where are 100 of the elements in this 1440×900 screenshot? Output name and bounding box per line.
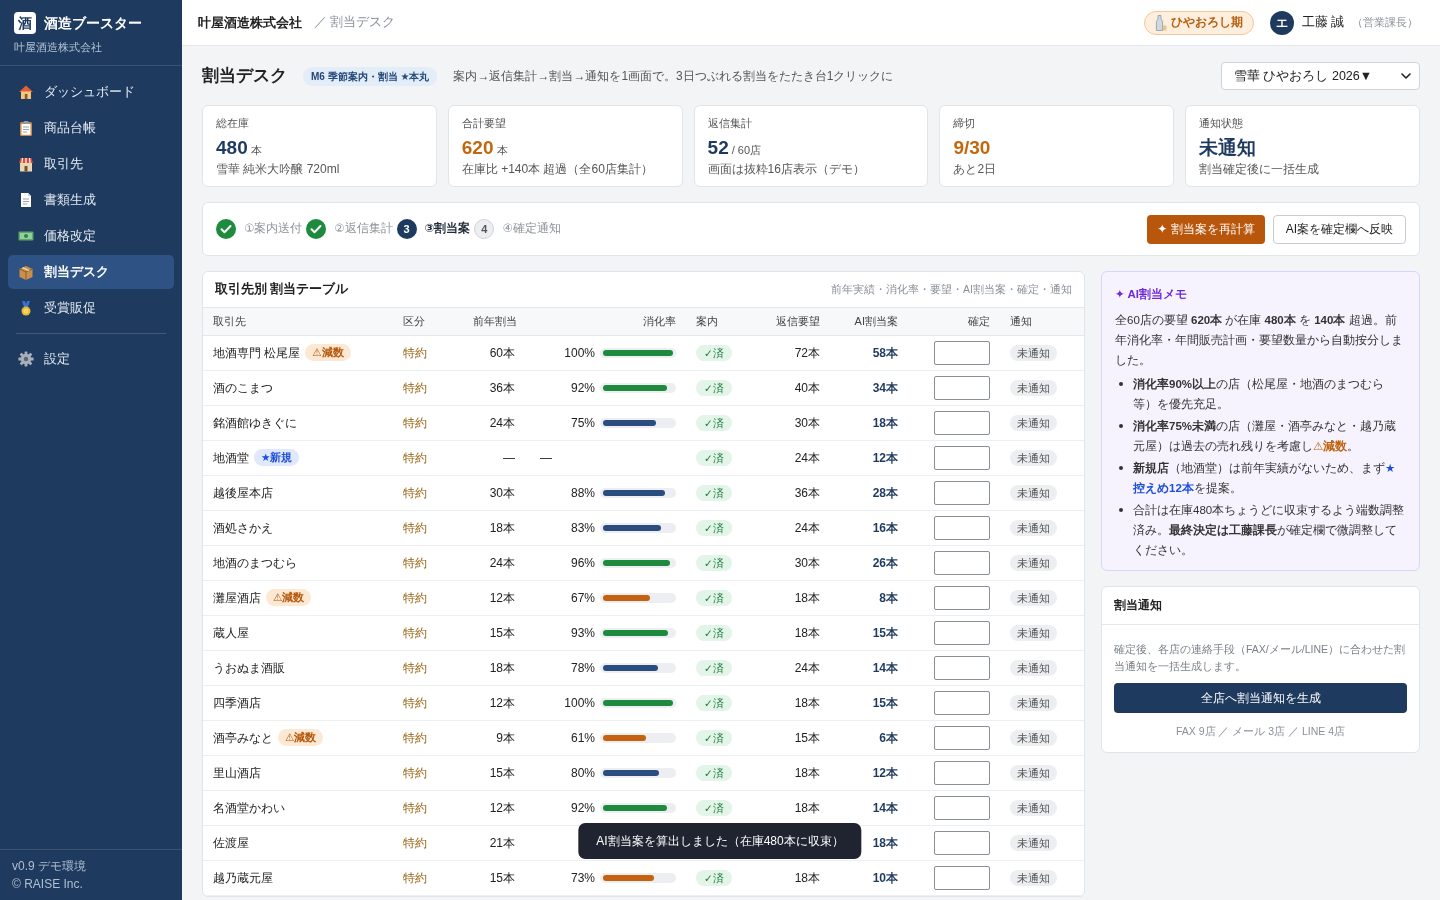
gear-icon bbox=[18, 351, 34, 367]
stat-label: 合計要望 bbox=[461, 117, 506, 129]
request-quantity: 40本 bbox=[794, 380, 820, 395]
confirm-input[interactable] bbox=[934, 340, 990, 365]
ai-allocation: 34本 bbox=[872, 380, 898, 395]
confirm-input[interactable] bbox=[934, 585, 990, 610]
ai-allocation: 15本 bbox=[872, 695, 898, 710]
notice-status: 未通知 bbox=[1010, 729, 1057, 746]
confirm-input[interactable] bbox=[934, 725, 990, 750]
nav-item[interactable]: 設定 bbox=[8, 342, 174, 376]
recalculate-button[interactable]: ✦ 割当案を再計算 bbox=[1147, 214, 1265, 244]
previous-allocation: 15本 bbox=[489, 765, 515, 780]
stat-label: 通知状態 bbox=[1199, 117, 1244, 129]
notice-status: 未通知 bbox=[1010, 869, 1057, 886]
category-text: 特約 bbox=[403, 415, 427, 430]
app-logo: 酒 bbox=[14, 12, 36, 34]
product-select[interactable]: 雪華 ひやおろし 2026▼ bbox=[1221, 62, 1420, 90]
confirm-input[interactable] bbox=[934, 445, 990, 470]
previous-allocation: 36本 bbox=[489, 380, 515, 395]
generate-notice-button[interactable]: 全店へ割当通知を生成 bbox=[1114, 682, 1407, 713]
category-text: 特約 bbox=[403, 730, 427, 745]
stat-label: 総在庫 bbox=[216, 117, 249, 129]
season-label: ひやおろし期 bbox=[1170, 14, 1243, 30]
ai-allocation: 18本 bbox=[872, 415, 898, 430]
step-label: ①案内送付 bbox=[244, 221, 303, 237]
step-label: ③割当案 bbox=[424, 220, 471, 237]
nav-item[interactable]: 商品台帳 bbox=[8, 111, 174, 145]
invite-status: ✓済 bbox=[696, 729, 732, 746]
bullet-icon bbox=[1119, 381, 1123, 386]
ai-allocation: 15本 bbox=[872, 625, 898, 640]
stat-note: 雪華 純米大吟醸 720ml bbox=[216, 162, 340, 177]
nav-item[interactable]: 受賞販促 bbox=[8, 291, 174, 325]
footer-text: © RAISE Inc. bbox=[12, 877, 83, 891]
invite-status: ✓済 bbox=[696, 694, 732, 711]
rate-text: 100% bbox=[564, 344, 595, 362]
invite-status: ✓済 bbox=[696, 799, 732, 816]
nav-item[interactable]: 価格改定 bbox=[8, 219, 174, 253]
milestone-tag: M6 季節案内・割当 ★本丸 bbox=[303, 66, 438, 86]
column-header: 通知 bbox=[1000, 308, 1084, 335]
nav-item[interactable]: 取引先 bbox=[8, 147, 174, 181]
notice-status: 未通知 bbox=[1010, 624, 1057, 641]
category-text: 特約 bbox=[403, 800, 427, 815]
step-label: ④確定通知 bbox=[502, 221, 561, 237]
store-name: 灘屋酒店 bbox=[213, 589, 261, 607]
rate-text: 61% bbox=[570, 729, 595, 747]
status-tag: ★新規 bbox=[254, 448, 300, 467]
ai-allocation: 14本 bbox=[872, 800, 898, 815]
memo-bullet: 消化率75%未満の店（灘屋・酒亭みなと・越乃蔵元屋）は過去の売れ残りを考慮し⚠減数。 bbox=[1133, 418, 1398, 454]
request-quantity: 30本 bbox=[794, 555, 820, 570]
stat-unit: / 60店 bbox=[731, 142, 762, 158]
store-name: 酒処さかえ bbox=[213, 519, 273, 537]
request-quantity: 18本 bbox=[794, 800, 820, 815]
confirm-input[interactable] bbox=[934, 655, 990, 680]
store-name: 里山酒店 bbox=[213, 764, 261, 782]
confirm-input[interactable] bbox=[934, 830, 990, 855]
rate-text: 96% bbox=[570, 554, 595, 572]
confirm-input[interactable] bbox=[934, 795, 990, 820]
rate-text: 88% bbox=[570, 484, 595, 502]
category-text: 特約 bbox=[403, 625, 427, 640]
store-name: 地酒専門 松尾屋 bbox=[213, 344, 301, 362]
category-text: 特約 bbox=[403, 520, 427, 535]
store-name: 名酒堂かわい bbox=[213, 799, 285, 817]
nav-item[interactable]: 割当デスク bbox=[8, 255, 174, 289]
previous-allocation: — bbox=[503, 450, 515, 465]
stat-note: 割当確定後に一括生成 bbox=[1199, 162, 1320, 177]
stat-unit: 本 bbox=[250, 142, 262, 158]
clipboard-icon bbox=[18, 120, 34, 136]
nav-item[interactable]: 書類生成 bbox=[8, 183, 174, 217]
previous-allocation: 60本 bbox=[489, 345, 515, 360]
column-header: 区分 bbox=[393, 308, 463, 335]
rate-text: 75% bbox=[570, 414, 595, 432]
category-text: 特約 bbox=[403, 345, 427, 360]
confirm-input[interactable] bbox=[934, 410, 990, 435]
nav-item[interactable]: ダッシュボード bbox=[8, 75, 174, 109]
confirm-input[interactable] bbox=[934, 550, 990, 575]
stat-value: 52 bbox=[707, 136, 729, 160]
confirm-input[interactable] bbox=[934, 690, 990, 715]
column-header: 案内 bbox=[686, 308, 764, 335]
ai-allocation: 6本 bbox=[879, 730, 898, 745]
request-quantity: 24本 bbox=[794, 520, 820, 535]
apply-ai-button[interactable]: AI案を確定欄へ反映 bbox=[1272, 214, 1406, 244]
confirm-input[interactable] bbox=[934, 375, 990, 400]
previous-allocation: 21本 bbox=[489, 835, 515, 850]
confirm-input[interactable] bbox=[934, 620, 990, 645]
bullet-icon bbox=[1119, 507, 1123, 512]
invite-status: ✓済 bbox=[696, 554, 732, 571]
notice-status: 未通知 bbox=[1010, 484, 1057, 501]
notice-status: 未通知 bbox=[1010, 379, 1057, 396]
confirm-input[interactable] bbox=[934, 480, 990, 505]
store-name: 佐渡屋 bbox=[213, 834, 249, 852]
previous-allocation: 24本 bbox=[489, 415, 515, 430]
rate-text: 73% bbox=[570, 869, 595, 887]
request-quantity: 24本 bbox=[794, 450, 820, 465]
confirm-input[interactable] bbox=[934, 865, 990, 890]
confirm-input[interactable] bbox=[934, 515, 990, 540]
column-header: 取引先 bbox=[203, 308, 393, 335]
confirm-input[interactable] bbox=[934, 760, 990, 785]
store-name: 銘酒館ゆきぐに bbox=[213, 414, 297, 432]
step-number: 3 bbox=[396, 219, 417, 239]
column-header: 確定 bbox=[908, 308, 1000, 335]
